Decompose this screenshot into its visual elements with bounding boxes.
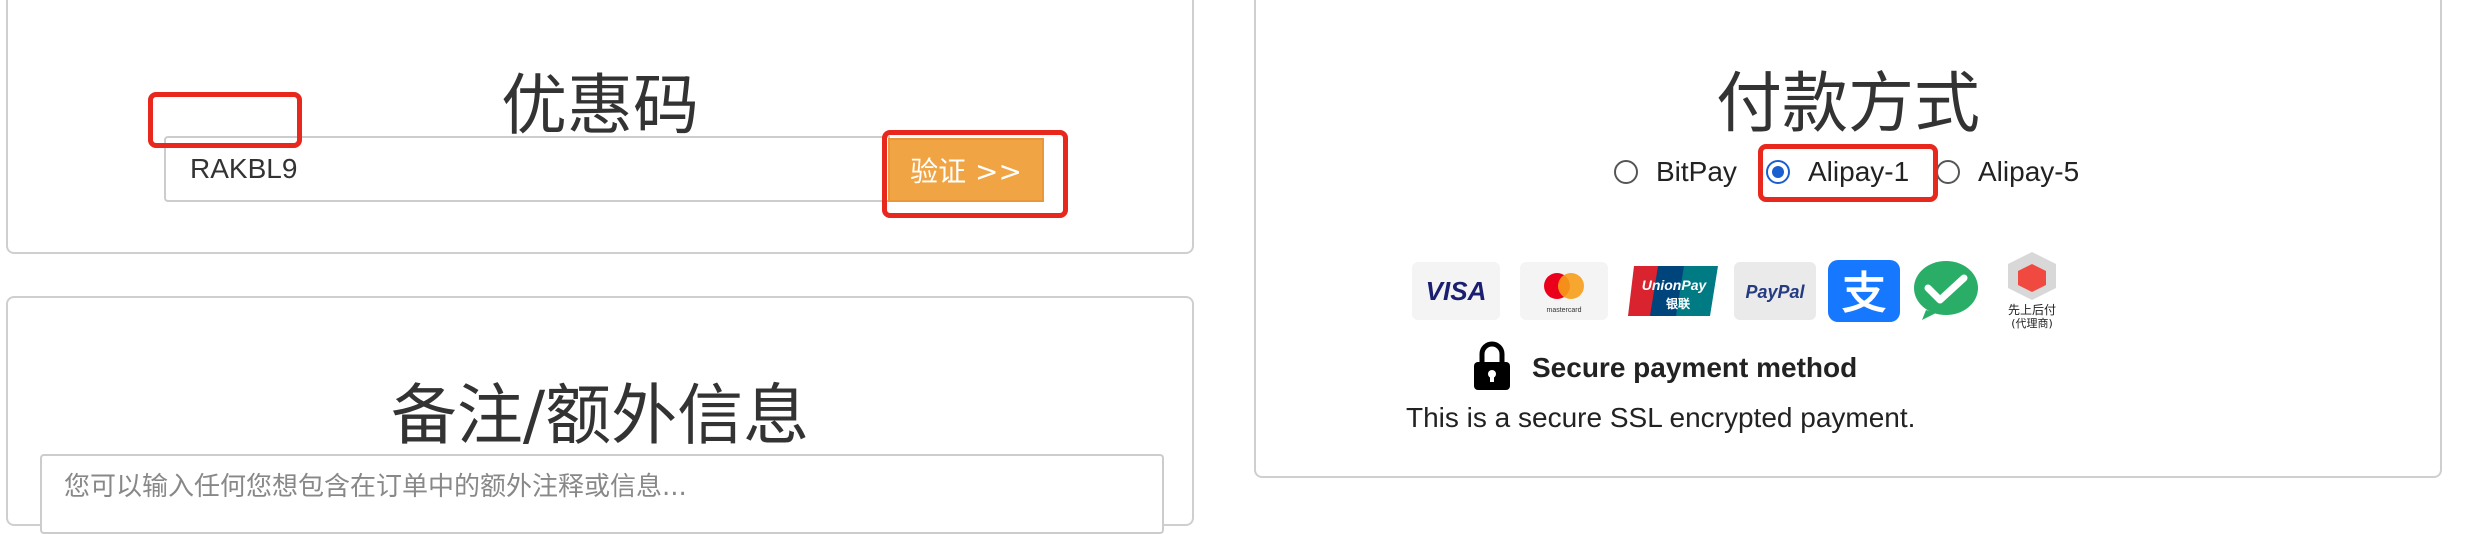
verify-coupon-button[interactable]: 验证 >> <box>888 138 1044 202</box>
wechat-pay-logo <box>1912 260 1980 322</box>
visa-logo: VISA <box>1412 262 1500 320</box>
alipay-logo: 支 <box>1828 260 1900 322</box>
payment-panel: 付款方式 BitPay Alipay-1 Alipay-5 VISA maste… <box>1254 0 2442 478</box>
lock-icon <box>1472 340 1512 397</box>
coupon-title: 优惠码 <box>501 67 699 144</box>
payment-option-bitpay[interactable]: BitPay <box>1614 156 1737 188</box>
secure-payment-row <box>1472 340 1512 396</box>
pay-later-logo: 先上后付 (代理商) <box>2000 248 2064 330</box>
coupon-panel: 优惠码 验证 >> <box>6 0 1194 254</box>
payment-option-alipay-1[interactable]: Alipay-1 <box>1766 156 1909 188</box>
bitpay-radio[interactable] <box>1614 160 1638 184</box>
svg-text:VISA: VISA <box>1426 276 1487 306</box>
payment-option-alipay-5[interactable]: Alipay-5 <box>1936 156 2079 188</box>
paypal-logo: PayPal <box>1734 262 1816 320</box>
svg-text:UnionPay: UnionPay <box>1642 277 1708 293</box>
alipay-5-label: Alipay-5 <box>1978 156 2080 187</box>
secure-payment-text: This is a secure SSL encrypted payment. <box>1406 402 1916 433</box>
notes-panel: 备注/额外信息 <box>6 296 1194 534</box>
secure-payment-heading: Secure payment method <box>1532 352 1858 383</box>
notes-title: 备注/额外信息 <box>390 377 810 454</box>
alipay-1-label: Alipay-1 <box>1808 156 1910 187</box>
svg-text:(代理商): (代理商) <box>2011 316 2053 330</box>
unionpay-logo: UnionPay 银联 <box>1628 262 1718 320</box>
notes-textarea[interactable] <box>40 454 1164 534</box>
payment-title: 付款方式 <box>1716 65 1980 142</box>
payment-method-options: BitPay Alipay-1 Alipay-5 <box>1256 156 2440 196</box>
bitpay-label: BitPay <box>1656 156 1737 187</box>
coupon-code-input[interactable] <box>164 136 890 202</box>
alipay-5-radio[interactable] <box>1936 160 1960 184</box>
svg-text:支: 支 <box>1842 268 1886 319</box>
alipay-1-radio[interactable] <box>1766 160 1790 184</box>
svg-text:先上后付: 先上后付 <box>2008 303 2056 317</box>
svg-text:PayPal: PayPal <box>1745 282 1805 302</box>
mastercard-logo: mastercard <box>1520 262 1608 320</box>
svg-text:银联: 银联 <box>1666 296 1690 311</box>
svg-text:mastercard: mastercard <box>1546 307 1581 314</box>
